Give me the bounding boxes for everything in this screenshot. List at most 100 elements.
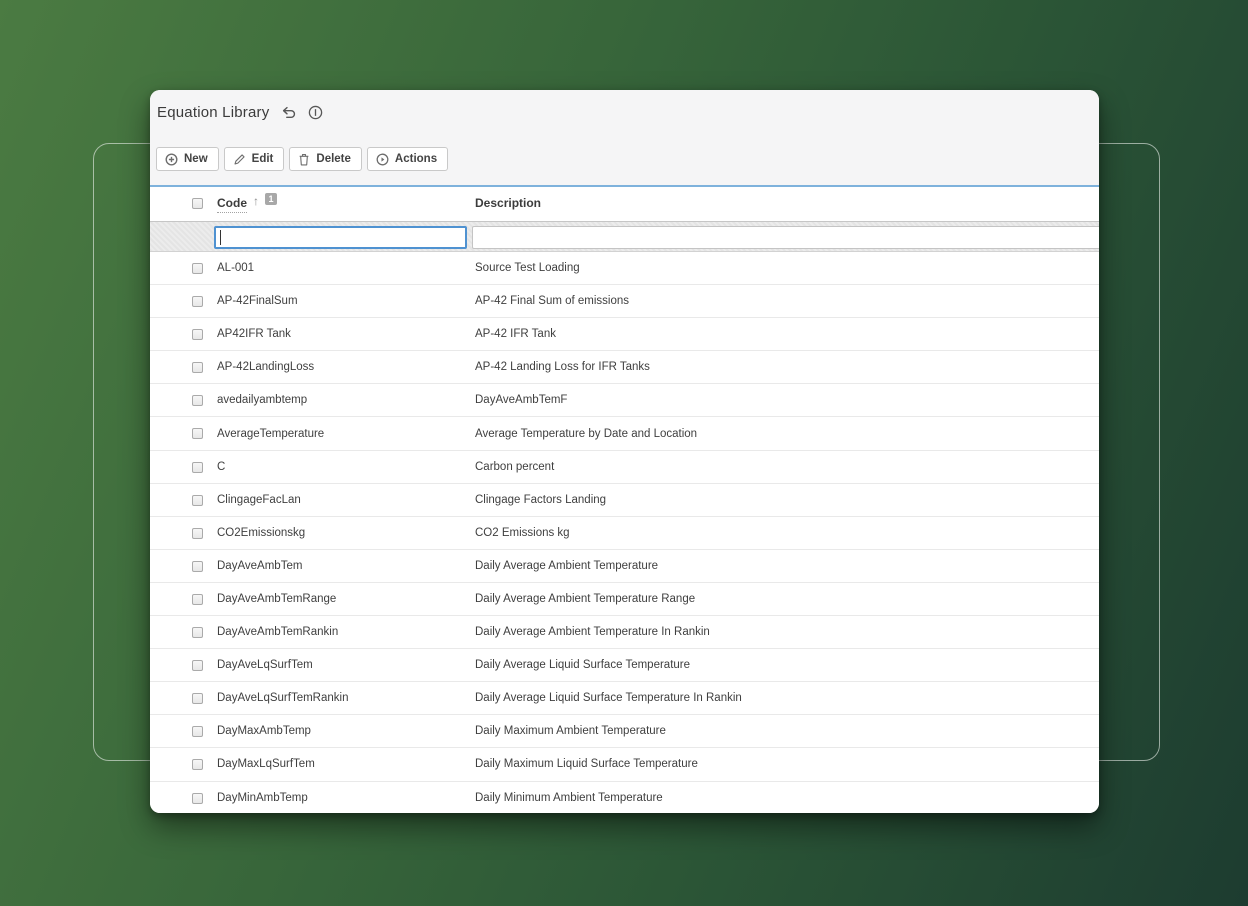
grid-body: AL-001 Source Test Loading AP-42FinalSum…: [150, 252, 1099, 813]
page-title: Equation Library: [157, 104, 269, 121]
code-cell: DayMinAmbTemp: [217, 792, 308, 804]
new-button[interactable]: New: [156, 147, 219, 171]
table-row[interactable]: DayAveAmbTem Daily Average Ambient Tempe…: [150, 550, 1099, 583]
filter-row: [150, 222, 1099, 252]
table-row[interactable]: DayAveAmbTemRange Daily Average Ambient …: [150, 583, 1099, 616]
table-row[interactable]: CO2Emissionskg CO2 Emissions kg: [150, 517, 1099, 550]
plus-circle-icon: [165, 153, 178, 166]
table-row[interactable]: DayMinAmbTemp Daily Minimum Ambient Temp…: [150, 782, 1099, 814]
description-cell: Daily Average Liquid Surface Temperature…: [475, 692, 742, 704]
table-row[interactable]: DayMaxAmbTemp Daily Maximum Ambient Temp…: [150, 715, 1099, 748]
row-checkbox[interactable]: [192, 462, 203, 473]
row-checkbox[interactable]: [192, 793, 203, 804]
row-checkbox[interactable]: [192, 693, 203, 704]
play-circle-icon: [376, 153, 389, 166]
description-cell: Source Test Loading: [475, 262, 580, 274]
table-row[interactable]: AP-42LandingLoss AP-42 Landing Loss for …: [150, 351, 1099, 384]
description-cell: AP-42 Final Sum of emissions: [475, 295, 629, 307]
table-row[interactable]: AL-001 Source Test Loading: [150, 252, 1099, 285]
row-checkbox[interactable]: [192, 660, 203, 671]
table-row[interactable]: AP42IFR Tank AP-42 IFR Tank: [150, 318, 1099, 351]
description-cell: Carbon percent: [475, 461, 554, 473]
column-header-description[interactable]: Description: [475, 196, 541, 210]
toolbar: New Edit Delete: [156, 147, 448, 171]
table-row[interactable]: DayAveAmbTemRankin Daily Average Ambient…: [150, 616, 1099, 649]
description-cell: Average Temperature by Date and Location: [475, 428, 697, 440]
code-cell: DayMaxAmbTemp: [217, 725, 311, 737]
undo-arrow-icon[interactable]: [280, 106, 297, 119]
code-cell: AP-42FinalSum: [217, 295, 298, 307]
dialog-titlebar: Equation Library: [150, 90, 1099, 185]
row-checkbox[interactable]: [192, 395, 203, 406]
description-cell: Daily Average Ambient Temperature Range: [475, 593, 695, 605]
title-row: Equation Library: [157, 99, 323, 125]
select-all-checkbox[interactable]: [192, 198, 203, 209]
code-cell: avedailyambtemp: [217, 394, 307, 406]
row-checkbox[interactable]: [192, 528, 203, 539]
code-cell: AL-001: [217, 262, 254, 274]
table-row[interactable]: AP-42FinalSum AP-42 Final Sum of emissio…: [150, 285, 1099, 318]
row-checkbox[interactable]: [192, 428, 203, 439]
description-cell: AP-42 IFR Tank: [475, 328, 556, 340]
code-header-label: Code: [217, 196, 247, 213]
description-cell: DayAveAmbTemF: [475, 394, 567, 406]
code-cell: DayAveLqSurfTem: [217, 659, 313, 671]
row-checkbox[interactable]: [192, 263, 203, 274]
description-cell: AP-42 Landing Loss for IFR Tanks: [475, 361, 650, 373]
code-filter-input[interactable]: [214, 226, 467, 249]
description-cell: Daily Average Liquid Surface Temperature: [475, 659, 690, 671]
table-row[interactable]: AverageTemperature Average Temperature b…: [150, 417, 1099, 450]
edit-button[interactable]: Edit: [224, 147, 285, 171]
code-cell: DayAveAmbTemRankin: [217, 626, 338, 638]
new-button-label: New: [184, 153, 208, 165]
code-cell: AP-42LandingLoss: [217, 361, 314, 373]
delete-button-label: Delete: [316, 153, 351, 165]
trash-icon: [298, 153, 310, 166]
description-header-label: Description: [475, 196, 541, 210]
code-cell: AverageTemperature: [217, 428, 324, 440]
row-checkbox[interactable]: [192, 362, 203, 373]
column-header-code[interactable]: Code ↑ 1: [217, 196, 277, 213]
equation-library-dialog: Equation Library: [150, 90, 1099, 813]
edit-button-label: Edit: [252, 153, 274, 165]
delete-button[interactable]: Delete: [289, 147, 362, 171]
actions-button[interactable]: Actions: [367, 147, 448, 171]
text-caret: [220, 230, 221, 245]
row-checkbox[interactable]: [192, 627, 203, 638]
table-row[interactable]: DayAveLqSurfTemRankin Daily Average Liqu…: [150, 682, 1099, 715]
row-checkbox[interactable]: [192, 726, 203, 737]
row-checkbox[interactable]: [192, 594, 203, 605]
code-cell: ClingageFacLan: [217, 494, 301, 506]
description-cell: Daily Average Ambient Temperature: [475, 560, 658, 572]
code-cell: CO2Emissionskg: [217, 527, 305, 539]
description-cell: Daily Minimum Ambient Temperature: [475, 792, 663, 804]
description-cell: Daily Maximum Liquid Surface Temperature: [475, 758, 698, 770]
table-row[interactable]: DayAveLqSurfTem Daily Average Liquid Sur…: [150, 649, 1099, 682]
sort-order-badge: 1: [265, 193, 277, 205]
sort-asc-icon: ↑: [253, 194, 259, 208]
code-cell: C: [217, 461, 225, 473]
code-cell: DayAveAmbTemRange: [217, 593, 336, 605]
code-cell: DayMaxLqSurfTem: [217, 758, 315, 770]
description-cell: Clingage Factors Landing: [475, 494, 606, 506]
table-row[interactable]: avedailyambtemp DayAveAmbTemF: [150, 384, 1099, 417]
description-cell: CO2 Emissions kg: [475, 527, 570, 539]
row-checkbox[interactable]: [192, 561, 203, 572]
table-row[interactable]: ClingageFacLan Clingage Factors Landing: [150, 484, 1099, 517]
description-filter-input[interactable]: [472, 226, 1099, 249]
description-cell: Daily Average Ambient Temperature In Ran…: [475, 626, 710, 638]
code-cell: DayAveLqSurfTemRankin: [217, 692, 348, 704]
code-cell: DayAveAmbTem: [217, 560, 302, 572]
code-cell: AP42IFR Tank: [217, 328, 291, 340]
row-checkbox[interactable]: [192, 495, 203, 506]
actions-button-label: Actions: [395, 153, 437, 165]
row-checkbox[interactable]: [192, 329, 203, 340]
info-icon[interactable]: [308, 105, 323, 120]
table-row[interactable]: DayMaxLqSurfTem Daily Maximum Liquid Sur…: [150, 748, 1099, 781]
row-checkbox[interactable]: [192, 759, 203, 770]
table-row[interactable]: C Carbon percent: [150, 451, 1099, 484]
description-cell: Daily Maximum Ambient Temperature: [475, 725, 666, 737]
pencil-icon: [233, 153, 246, 166]
row-checkbox[interactable]: [192, 296, 203, 307]
grid-header: Code ↑ 1 Description: [150, 187, 1099, 222]
